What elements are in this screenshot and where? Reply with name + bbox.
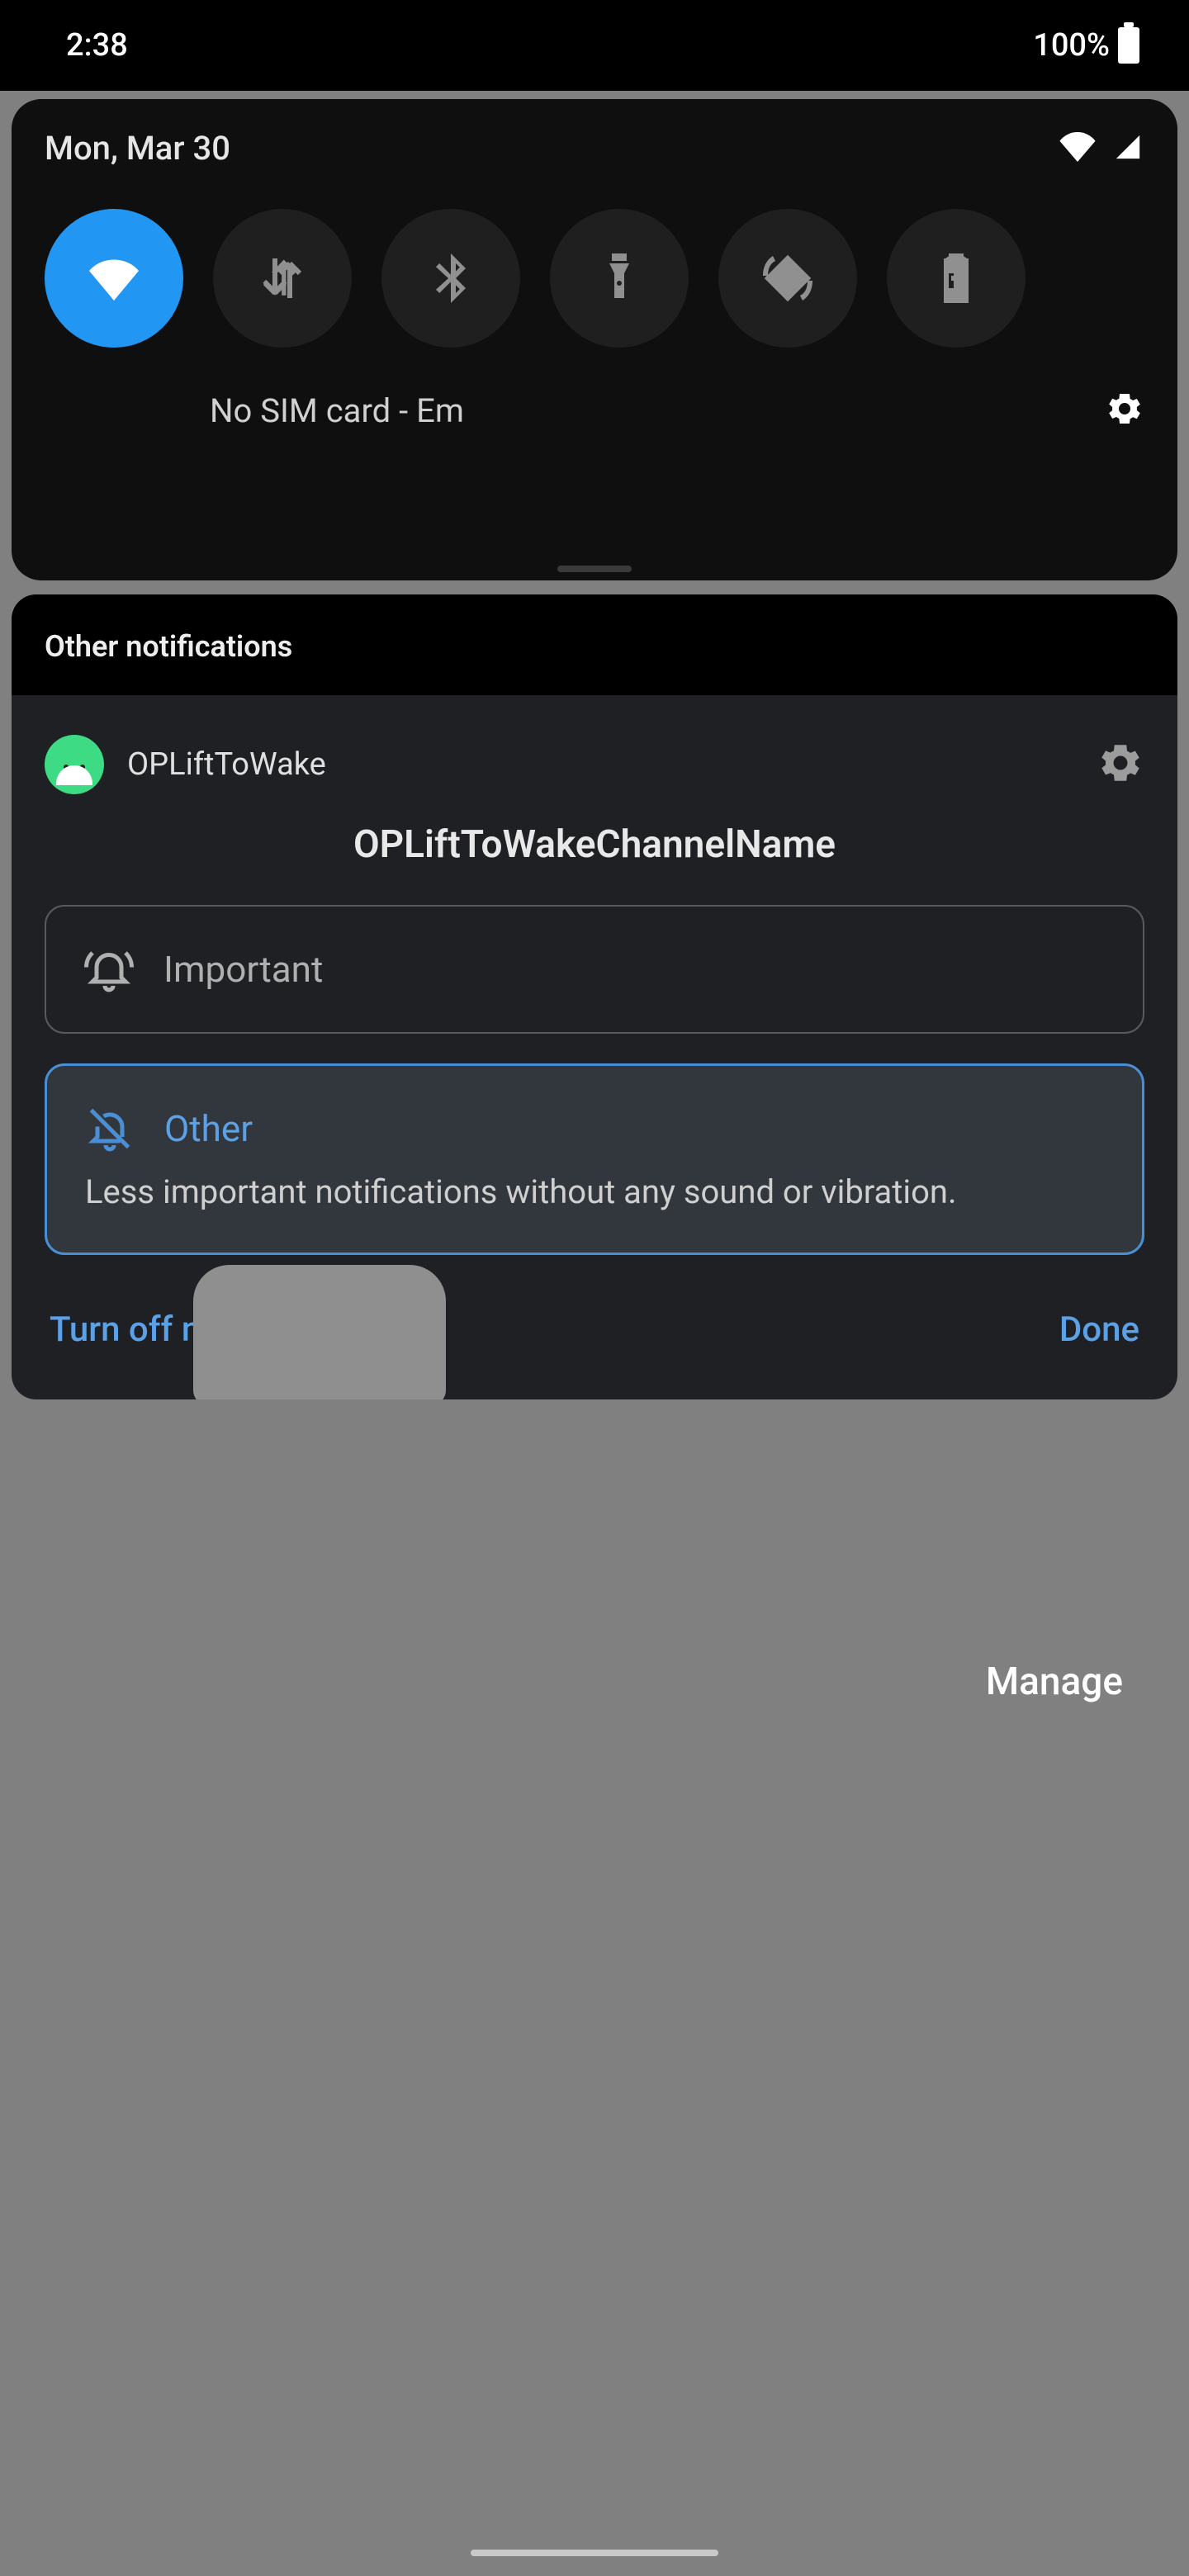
quick-settings-panel: Mon, Mar 30 No SIM card <box>12 99 1177 580</box>
qs-date: Mon, Mar 30 <box>45 129 230 168</box>
wifi-tile[interactable] <box>45 209 183 348</box>
flashlight-tile[interactable] <box>550 209 689 348</box>
home-indicator[interactable] <box>471 2550 718 2556</box>
option-other-description: Less important notifications without any… <box>85 1170 1104 1215</box>
carrier-text: No SIM card - Em <box>210 391 464 430</box>
app-name: OPLiftToWake <box>127 746 326 783</box>
auto-rotate-tile[interactable] <box>718 209 857 348</box>
bluetooth-tile[interactable] <box>381 209 520 348</box>
bell-off-icon <box>85 1104 135 1153</box>
cellular-signal-icon <box>1111 133 1144 164</box>
wifi-status-icon <box>1059 132 1097 165</box>
option-other-label: Other <box>164 1107 253 1150</box>
section-header: Other notifications <box>12 594 1177 695</box>
manage-button[interactable]: Manage <box>986 1660 1123 1704</box>
settings-icon[interactable] <box>1105 389 1144 432</box>
done-button[interactable]: Done <box>1059 1309 1139 1350</box>
notification-settings-icon[interactable] <box>1097 739 1144 790</box>
mobile-data-tile[interactable] <box>213 209 352 348</box>
option-important[interactable]: Important <box>45 905 1144 1034</box>
battery-icon <box>1118 27 1139 64</box>
touch-ripple <box>193 1265 446 1399</box>
channel-name: OPLiftToWakeChannelName <box>45 822 1144 867</box>
notification-config-card: Other notifications OPLiftToWake OPLiftT… <box>12 594 1177 1399</box>
qs-tile-row <box>45 209 1144 348</box>
battery-percentage: 100% <box>1033 27 1110 64</box>
battery-saver-tile[interactable] <box>887 209 1026 348</box>
option-other[interactable]: Other Less important notifications witho… <box>45 1063 1144 1255</box>
app-icon <box>45 735 104 794</box>
clock: 2:38 <box>66 27 128 64</box>
panel-drag-handle[interactable] <box>557 566 632 572</box>
bell-ring-icon <box>84 945 134 994</box>
option-important-label: Important <box>163 948 323 991</box>
status-bar: 2:38 100% <box>0 0 1189 91</box>
